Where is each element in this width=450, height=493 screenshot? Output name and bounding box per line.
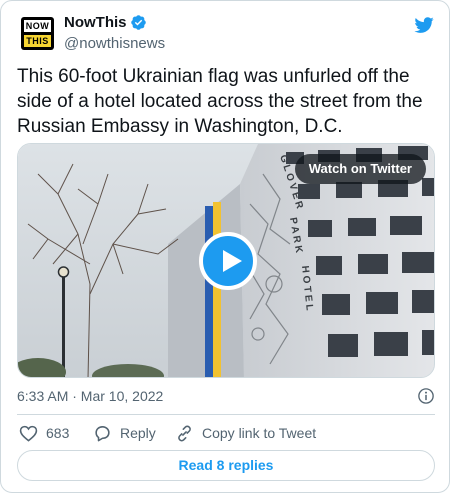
like-button[interactable]: 683 — [19, 422, 69, 444]
copy-link-button[interactable]: Copy link to Tweet — [175, 422, 316, 444]
tweet-header: NOW THIS NowThis @nowthisnews — [17, 13, 435, 53]
watch-on-twitter-button[interactable]: Watch on Twitter — [294, 154, 426, 184]
link-icon — [178, 425, 191, 441]
info-icon[interactable] — [417, 387, 435, 405]
tweet-card: NOW THIS NowThis @nowthisnews This 60-fo… — [0, 0, 450, 493]
play-icon — [223, 250, 242, 272]
play-button[interactable] — [199, 232, 257, 290]
logo-text-now: NOW — [24, 20, 51, 32]
author-name-row[interactable]: NowThis — [64, 14, 147, 31]
reply-button[interactable]: Reply — [93, 422, 156, 444]
twitter-bird-icon[interactable] — [413, 15, 435, 35]
tweet-actions: 683 Reply Copy link to Tweet — [17, 422, 435, 444]
reply-label: Reply — [120, 425, 156, 441]
author-handle[interactable]: @nowthisnews — [64, 35, 165, 52]
tweet-text: This 60-foot Ukrainian flag was unfurled… — [17, 66, 423, 137]
author-avatar[interactable]: NOW THIS — [21, 17, 54, 50]
author-display-name[interactable]: NowThis — [64, 14, 127, 31]
copy-link-label: Copy link to Tweet — [202, 425, 317, 441]
likes-count: 683 — [46, 425, 70, 441]
tweet-meta: 6:33 AM · Mar 10, 2022 — [17, 387, 435, 407]
reply-icon — [95, 425, 110, 441]
divider — [17, 414, 435, 415]
logo-text-this: THIS — [24, 35, 51, 47]
heart-icon — [19, 425, 38, 442]
tweet-timestamp[interactable]: 6:33 AM · Mar 10, 2022 — [17, 388, 163, 404]
video-player[interactable]: G L O V E R P A R K H O T E L Watch on T… — [17, 143, 435, 378]
read-replies-button[interactable]: Read 8 replies — [17, 450, 435, 481]
verified-badge-icon — [130, 15, 146, 30]
